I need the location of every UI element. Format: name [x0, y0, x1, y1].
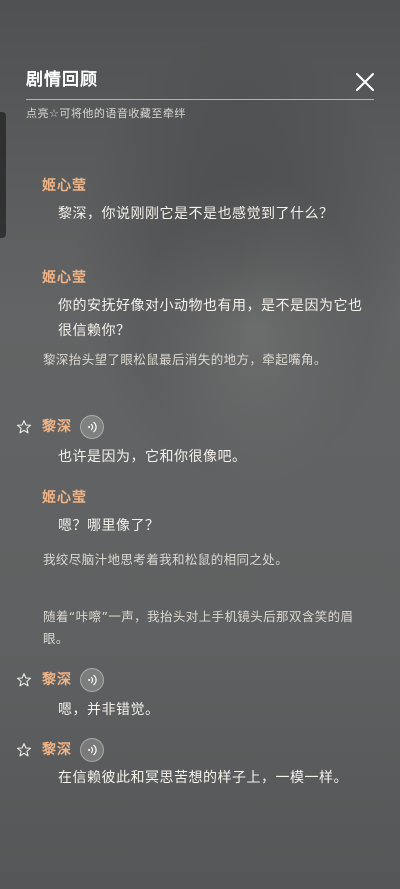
dialog-entry: 姬心莹 你的安抚好像对小动物也有用，是不是因为它也很信赖你？	[0, 268, 400, 339]
dialog-entry: 黎深 在信赖彼此和冥思苦想的样子上，一模一样。	[0, 738, 400, 786]
dialog-text: 嗯？哪里像了？	[58, 518, 160, 534]
voice-play-button[interactable]	[80, 415, 104, 439]
dialog-text: 黎深，你说刚刚它是不是也感觉到了什么？	[58, 206, 334, 222]
close-button[interactable]	[353, 70, 377, 94]
voice-play-button[interactable]	[80, 668, 104, 692]
voice-play-icon	[88, 674, 97, 686]
speaker-row: 姬心莹	[0, 488, 400, 512]
dialog-text: 你的安抚好像对小动物也有用，是不是因为它也很信赖你？	[58, 298, 363, 339]
speaker-row: 黎深	[0, 738, 400, 764]
page-subtitle: 点亮☆可将他的语音收藏至牵绊	[26, 107, 186, 120]
voice-play-icon	[88, 421, 97, 433]
speaker-name: 黎深	[42, 419, 72, 435]
header-divider	[26, 99, 374, 100]
speaker-row: 姬心莹	[0, 176, 400, 200]
favorite-star-button[interactable]	[16, 672, 32, 688]
dialog-text: 也许是因为，它和你很像吧。	[58, 449, 247, 465]
star-outline-icon	[16, 743, 32, 757]
speaker-name: 姬心莹	[42, 178, 87, 194]
speaker-name: 黎深	[42, 742, 72, 758]
dialog-entry: 黎深 也许是因为，它和你很像吧。	[0, 415, 400, 465]
header: 剧情回顾 点亮☆可将他的语音收藏至牵绊	[26, 64, 376, 121]
speaker-row: 黎深	[0, 415, 400, 441]
close-icon	[356, 73, 374, 91]
voice-play-button[interactable]	[80, 738, 104, 762]
speaker-name: 姬心莹	[42, 270, 87, 286]
star-outline-icon	[16, 420, 32, 434]
favorite-star-button[interactable]	[16, 742, 32, 758]
narration-text: 我绞尽脑汁地思考着我和松鼠的相同之处。	[43, 552, 289, 567]
page-title: 剧情回顾	[26, 70, 98, 90]
star-outline-icon	[16, 673, 32, 687]
dialog-text: 嗯，并非错觉。	[58, 702, 160, 718]
speaker-row: 姬心莹	[0, 268, 400, 292]
dialog-entry: 姬心莹 黎深，你说刚刚它是不是也感觉到了什么？	[0, 176, 400, 222]
voice-play-icon	[88, 744, 97, 756]
dialog-entry: 姬心莹 嗯？哪里像了？	[0, 488, 400, 534]
dialog-entry: 黎深 嗯，并非错觉。	[0, 668, 400, 718]
side-drawer-handle[interactable]	[0, 112, 6, 238]
narration-text: 黎深抬头望了眼松鼠最后消失的地方，牵起嘴角。	[43, 352, 327, 367]
narration-text: 随着“咔嚓”一声，我抬头对上手机镜头后那双含笑的眉眼。	[43, 609, 354, 646]
speaker-row: 黎深	[0, 668, 400, 694]
speaker-name: 姬心莹	[42, 490, 87, 506]
favorite-star-button[interactable]	[16, 419, 32, 435]
speaker-name: 黎深	[42, 672, 72, 688]
dialog-text: 在信赖彼此和冥思苦想的样子上，一模一样。	[58, 770, 348, 786]
